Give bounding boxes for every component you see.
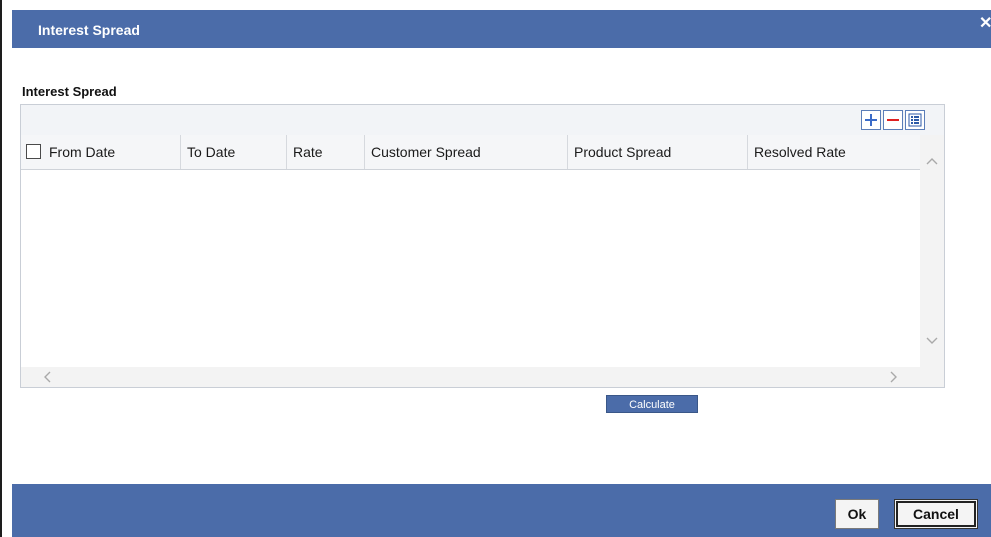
column-to-date: To Date (181, 135, 287, 169)
calculate-button[interactable]: Calculate (606, 395, 698, 413)
column-label: Customer Spread (371, 144, 481, 160)
chevron-right-icon[interactable] (890, 371, 898, 383)
interest-spread-window: Interest Spread ✕ Interest Spread From D… (0, 0, 991, 537)
column-label: Resolved Rate (754, 144, 846, 160)
grid-toolbar (21, 105, 944, 135)
plus-icon (865, 114, 877, 126)
minus-icon (887, 119, 899, 121)
delete-row-button[interactable] (883, 110, 903, 130)
window-titlebar: Interest Spread (12, 10, 991, 48)
column-customer-spread: Customer Spread (365, 135, 568, 169)
column-label: Rate (293, 144, 323, 160)
interest-spread-grid: From Date To Date Rate Customer Spread P… (20, 104, 945, 388)
column-label: Product Spread (574, 144, 672, 160)
horizontal-scrollbar[interactable] (21, 367, 944, 387)
single-view-button[interactable] (905, 110, 925, 130)
chevron-down-icon[interactable] (926, 337, 938, 345)
column-label: From Date (49, 144, 116, 160)
chevron-up-icon[interactable] (926, 157, 938, 165)
section-title: Interest Spread (22, 84, 117, 99)
select-all-checkbox[interactable] (26, 144, 41, 159)
ok-button[interactable]: Ok (835, 499, 879, 529)
column-from-date: From Date (21, 135, 181, 169)
column-rate: Rate (287, 135, 365, 169)
window-title: Interest Spread (38, 22, 140, 38)
close-icon[interactable]: ✕ (979, 15, 991, 33)
vertical-scrollbar[interactable] (920, 135, 944, 367)
cancel-button[interactable]: Cancel (894, 499, 978, 529)
column-label: To Date (187, 144, 236, 160)
column-product-spread: Product Spread (568, 135, 748, 169)
column-resolved-rate: Resolved Rate (748, 135, 920, 169)
add-row-button[interactable] (861, 110, 881, 130)
chevron-left-icon[interactable] (43, 371, 51, 383)
list-view-icon (908, 113, 922, 127)
grid-header-row: From Date To Date Rate Customer Spread P… (21, 135, 920, 170)
